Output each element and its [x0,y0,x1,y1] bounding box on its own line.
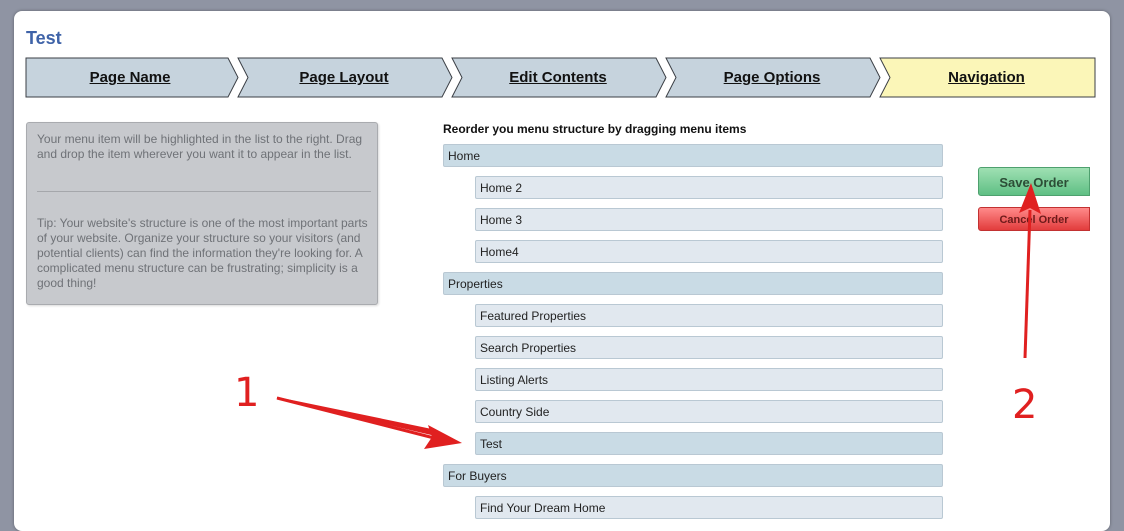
step-page-name[interactable]: Page Name [30,68,230,88]
info-tip: Tip: Your website's structure is one of … [37,216,368,290]
step-page-options[interactable]: Page Options [672,68,872,88]
menu-item[interactable]: For Buyers [443,464,943,487]
menu-item[interactable]: Search Properties [475,336,943,359]
menu-item[interactable]: Featured Properties [475,304,943,327]
menu-item[interactable]: Home4 [475,240,943,263]
menu-item[interactable]: Listing Alerts [475,368,943,391]
step-navigation[interactable]: Navigation [886,68,1087,88]
info-text: Your menu item will be highlighted in th… [37,132,363,161]
step-page-layout[interactable]: Page Layout [244,68,444,88]
annotation-number-2: 2 [1012,382,1038,428]
save-order-button[interactable]: Save Order [978,167,1090,196]
menu-item[interactable]: Country Side [475,400,943,423]
menu-item[interactable]: Properties [443,272,943,295]
menu-item[interactable]: Home 2 [475,176,943,199]
cancel-order-button[interactable]: Cancel Order [978,207,1090,231]
menu-list-heading: Reorder you menu structure by dragging m… [443,122,747,136]
wizard-steps-shapes [25,57,1096,98]
annotation-number-1: 1 [234,370,260,416]
main-panel: Test Page Name Page Layout Edit Contents Pa… [14,11,1110,531]
menu-item[interactable]: Test [475,432,943,455]
menu-item[interactable]: Home [443,144,943,167]
info-box: Your menu item will be highlighted in th… [26,122,378,305]
menu-item[interactable]: Find Your Dream Home [475,496,943,519]
info-divider [37,191,371,192]
menu-item[interactable]: Home 3 [475,208,943,231]
step-edit-contents[interactable]: Edit Contents [458,68,658,88]
